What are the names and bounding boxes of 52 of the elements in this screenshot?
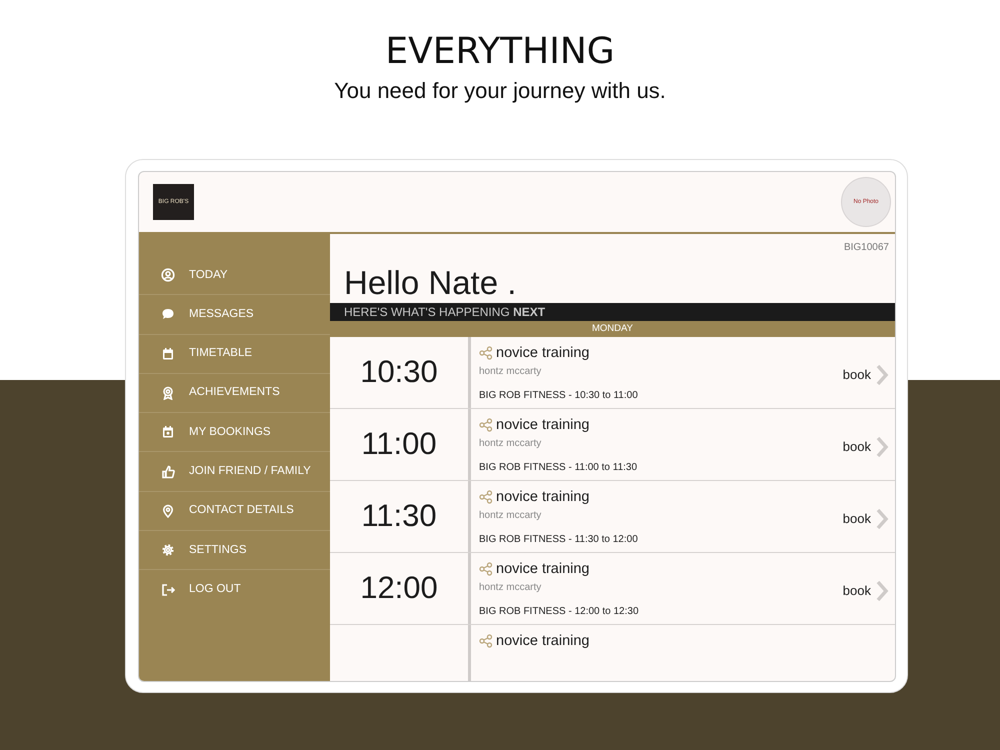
calendar-icon [161, 346, 175, 361]
sidebar-item[interactable]: MY BOOKINGS [139, 413, 330, 452]
share-icon[interactable] [479, 418, 493, 432]
book-button[interactable]: book [842, 363, 889, 388]
chat-bubble-icon [161, 307, 175, 322]
book-button[interactable]: book [842, 579, 889, 604]
class-details: BIG ROB FITNESS - 10:30 to 11:00 [479, 389, 639, 404]
share-icon[interactable] [479, 634, 493, 648]
class-details: BIG ROB FITNESS - 11:00 to 11:30 [479, 461, 638, 476]
sidebar-item[interactable]: TIMETABLE [139, 334, 330, 374]
class-time: 10:30 [330, 336, 471, 408]
location-pin-icon [161, 504, 175, 518]
headline: EVERYTHING [384, 30, 616, 74]
banner-text: HERE'S WHAT'S HAPPENING NEXT [344, 304, 546, 321]
award-icon [161, 386, 175, 400]
sidebar-item[interactable]: LOG OUT [139, 570, 330, 610]
class-title: novice training [496, 560, 590, 579]
logout-icon [161, 583, 175, 598]
book-button[interactable]: book [842, 507, 889, 532]
book-button[interactable]: book [842, 435, 889, 460]
share-icon[interactable] [479, 490, 493, 504]
sidebar-item[interactable]: JOIN FRIEND / FAMILY [139, 452, 330, 492]
sidebar-item[interactable]: SETTINGS [139, 531, 330, 570]
share-icon[interactable] [479, 346, 493, 360]
instructor-name: hontz mccarty [479, 365, 542, 380]
class-details: BIG ROB FITNESS - 12:00 to 12:30 [479, 605, 640, 620]
class-title: novice training [496, 488, 590, 507]
class-title: novice training [496, 416, 590, 435]
class-title: novice training [496, 632, 590, 651]
sidebar-item[interactable]: TODAY [139, 256, 330, 296]
class-title: novice training [496, 344, 590, 363]
class-time: 11:00 [330, 408, 471, 480]
greeting: Hello Nate . [343, 263, 518, 303]
share-icon[interactable] [479, 562, 493, 576]
instructor-name: hontz mccarty [479, 581, 542, 596]
subheadline: You need for your journey with us. [333, 77, 667, 105]
user-circle-icon [161, 268, 175, 282]
instructor-name: hontz mccarty [479, 437, 542, 452]
instructor-name: hontz mccarty [479, 509, 542, 524]
sidebar-item[interactable]: CONTACT DETAILS [139, 492, 330, 532]
settings-icon [161, 543, 175, 558]
chevron-icon [875, 507, 889, 532]
chevron-icon [875, 435, 889, 460]
day-header: MONDAY [330, 320, 895, 337]
class-time: 11:30 [330, 480, 471, 552]
sidebar-item[interactable]: ACHIEVEMENTS [139, 374, 330, 414]
class-time: 12:00 [330, 552, 471, 624]
thumbs-up-icon [161, 464, 175, 479]
chevron-icon [875, 363, 889, 388]
member-id: BIG10067 [842, 241, 890, 255]
chevron-icon [875, 579, 889, 604]
class-details: BIG ROB FITNESS - 11:30 to 12:00 [479, 533, 639, 548]
